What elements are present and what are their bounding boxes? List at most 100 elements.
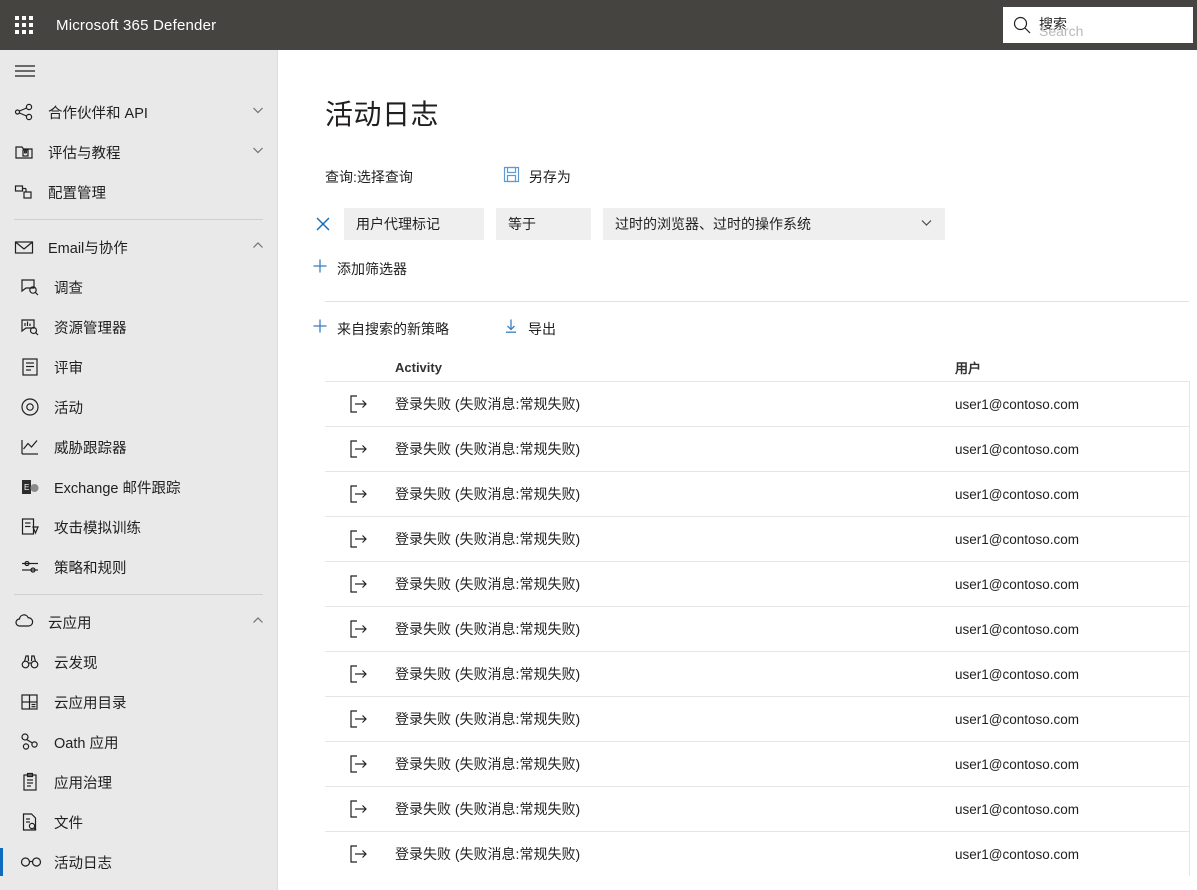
sidebar-item-2-1[interactable]: 云发现 xyxy=(0,642,277,682)
sidebar-item-1-5[interactable]: 威胁跟踪器 xyxy=(0,427,277,467)
save-as-button[interactable]: 另存为 xyxy=(503,166,571,188)
app-root: Microsoft 365 Defender 搜索 Search 合作伙伴和 A… xyxy=(0,0,1197,890)
cell-user: user1@contoso.com xyxy=(955,756,1080,772)
sidebar-item-0-2[interactable]: 配置管理 xyxy=(0,172,277,212)
cell-activity: 登录失败 (失败消息:常规失败) xyxy=(395,396,581,412)
cell-activity: 登录失败 (失败消息:常规失败) xyxy=(395,576,581,592)
cell-user: user1@contoso.com xyxy=(955,486,1080,502)
configuration-management-icon xyxy=(14,182,40,202)
chevron-down-icon xyxy=(920,216,933,232)
export-button[interactable]: 导出 xyxy=(503,318,556,339)
sidebar-item-0-1[interactable]: 评估与教程 xyxy=(0,132,277,172)
table-row[interactable]: 登录失败 (失败消息:常规失败) user1@contoso.com xyxy=(325,831,1190,876)
sign-in-failure-arrow-icon xyxy=(325,395,395,413)
sidebar-item-label: 评审 xyxy=(54,360,83,377)
cell-activity: 登录失败 (失败消息:常规失败) xyxy=(395,486,581,502)
add-filter-button[interactable]: 添加筛选器 xyxy=(312,258,1197,279)
sidebar-item-label: 云应用目录 xyxy=(54,695,127,712)
sidebar-item-label: Exchange 邮件跟踪 xyxy=(54,480,181,497)
search-placeholder-stack: 搜索 Search xyxy=(1039,14,1185,39)
sign-in-failure-arrow-icon xyxy=(325,845,395,863)
table-row[interactable]: 登录失败 (失败消息:常规失败) user1@contoso.com xyxy=(325,786,1190,831)
sidebar-divider xyxy=(14,219,263,220)
cell-user: user1@contoso.com xyxy=(955,621,1080,637)
section-divider xyxy=(325,301,1189,302)
save-as-label: 另存为 xyxy=(528,169,571,185)
cell-activity: 登录失败 (失败消息:常规失败) xyxy=(395,756,581,772)
filter-value-select[interactable]: 过时的浏览器、过时的操作系统 xyxy=(603,208,945,240)
sign-in-failure-arrow-icon xyxy=(325,800,395,818)
filter-operator-select[interactable]: 等于 xyxy=(496,208,591,240)
binoculars-icon xyxy=(20,652,46,672)
attack-simulation-icon xyxy=(20,517,46,537)
table-row[interactable]: 登录失败 (失败消息:常规失败) user1@contoso.com xyxy=(325,741,1190,786)
threat-tracker-icon xyxy=(20,437,46,457)
sidebar-item-1-4[interactable]: 活动 xyxy=(0,387,277,427)
sidebar-item-1-0[interactable]: Email与协作 xyxy=(0,227,277,267)
table-row[interactable]: 登录失败 (失败消息:常规失败) user1@contoso.com xyxy=(325,516,1190,561)
sidebar-item-label: 文件 xyxy=(54,815,83,832)
cell-user: user1@contoso.com xyxy=(955,441,1080,457)
sidebar-item-1-2[interactable]: 资源管理器 xyxy=(0,307,277,347)
export-label: 导出 xyxy=(528,320,556,337)
sidebar-item-label: 威胁跟踪器 xyxy=(54,440,127,457)
table-row[interactable]: 登录失败 (失败消息:常规失败) user1@contoso.com xyxy=(325,651,1190,696)
chevron-up-icon[interactable] xyxy=(251,238,265,257)
sidebar-item-label: 合作伙伴和 API xyxy=(48,105,148,122)
explorer-icon xyxy=(20,317,46,337)
column-header-activity[interactable]: Activity xyxy=(395,360,955,375)
sidebar-item-label: 配置管理 xyxy=(48,185,106,202)
sidebar-item-1-7[interactable]: 攻击模拟训练 xyxy=(0,507,277,547)
chevron-down-icon[interactable] xyxy=(251,103,265,122)
sidebar-item-label: Oath 应用 xyxy=(54,735,119,752)
cell-activity: 登录失败 (失败消息:常规失败) xyxy=(395,711,581,727)
campaign-icon xyxy=(20,397,46,417)
download-arrow-icon xyxy=(503,318,519,339)
table-row[interactable]: 登录失败 (失败消息:常规失败) user1@contoso.com xyxy=(325,561,1190,606)
sidebar-item-label: 攻击模拟训练 xyxy=(54,520,141,537)
cell-activity: 登录失败 (失败消息:常规失败) xyxy=(395,441,581,457)
query-row: 查询:选择查询 另存为 xyxy=(325,166,1197,188)
waffle-menu-button[interactable] xyxy=(0,0,48,50)
cell-activity: 登录失败 (失败消息:常规失败) xyxy=(395,621,581,637)
cell-activity: 登录失败 (失败消息:常规失败) xyxy=(395,666,581,682)
chevron-up-icon[interactable] xyxy=(251,613,265,632)
plus-icon xyxy=(312,318,328,339)
sidebar-item-label: 云发现 xyxy=(54,655,98,672)
sidebar-item-label: 评估与教程 xyxy=(48,145,121,162)
cell-user: user1@contoso.com xyxy=(955,711,1080,727)
sidebar-item-2-4[interactable]: 应用治理 xyxy=(0,762,277,802)
global-search-box[interactable]: 搜索 Search xyxy=(1003,7,1193,43)
exchange-icon: E xyxy=(20,477,46,497)
sidebar-item-2-6[interactable]: 活动日志 xyxy=(0,842,277,882)
chevron-down-icon[interactable] xyxy=(251,143,265,162)
table-row[interactable]: 登录失败 (失败消息:常规失败) user1@contoso.com xyxy=(325,471,1190,516)
remove-filter-button[interactable] xyxy=(312,213,334,235)
cloud-icon xyxy=(14,612,40,632)
sidebar-item-label: 资源管理器 xyxy=(54,320,127,337)
sidebar-item-0-0[interactable]: 合作伙伴和 API xyxy=(0,92,277,132)
table-row[interactable]: 登录失败 (失败消息:常规失败) user1@contoso.com xyxy=(325,381,1190,426)
sidebar-item-1-8[interactable]: 策略和规则 xyxy=(0,547,277,587)
sidebar-item-1-1[interactable]: 调查 xyxy=(0,267,277,307)
sidebar-item-2-0[interactable]: 云应用 xyxy=(0,602,277,642)
cell-user: user1@contoso.com xyxy=(955,576,1080,592)
query-select-label[interactable]: 查询:选择查询 xyxy=(325,167,413,187)
table-row[interactable]: 登录失败 (失败消息:常规失败) user1@contoso.com xyxy=(325,696,1190,741)
sidebar-item-2-2[interactable]: 云应用目录 xyxy=(0,682,277,722)
column-header-user[interactable]: 用户 xyxy=(955,358,1155,377)
filter-field-select[interactable]: 用户代理标记 xyxy=(344,208,484,240)
sidebar-item-label: 云应用 xyxy=(48,615,92,632)
search-placeholder-en: Search xyxy=(1039,23,1084,39)
sign-in-failure-arrow-icon xyxy=(325,620,395,638)
sidebar-item-2-3[interactable]: Oath 应用 xyxy=(0,722,277,762)
sidebar-item-2-5[interactable]: 文件 xyxy=(0,802,277,842)
new-policy-from-search-button[interactable]: 来自搜索的新策略 xyxy=(312,318,449,339)
sidebar-item-1-6[interactable]: E Exchange 邮件跟踪 xyxy=(0,467,277,507)
table-row[interactable]: 登录失败 (失败消息:常规失败) user1@contoso.com xyxy=(325,606,1190,651)
new-policy-label: 来自搜索的新策略 xyxy=(337,320,449,337)
sidebar-items-container: 合作伙伴和 API 评估与教程配置管理 Email与协作 调查资源管理器评审活动威胁跟… xyxy=(0,92,277,882)
table-row[interactable]: 登录失败 (失败消息:常规失败) user1@contoso.com xyxy=(325,426,1190,471)
sidebar-item-1-3[interactable]: 评审 xyxy=(0,347,277,387)
sidebar-collapse-button[interactable] xyxy=(0,50,277,92)
